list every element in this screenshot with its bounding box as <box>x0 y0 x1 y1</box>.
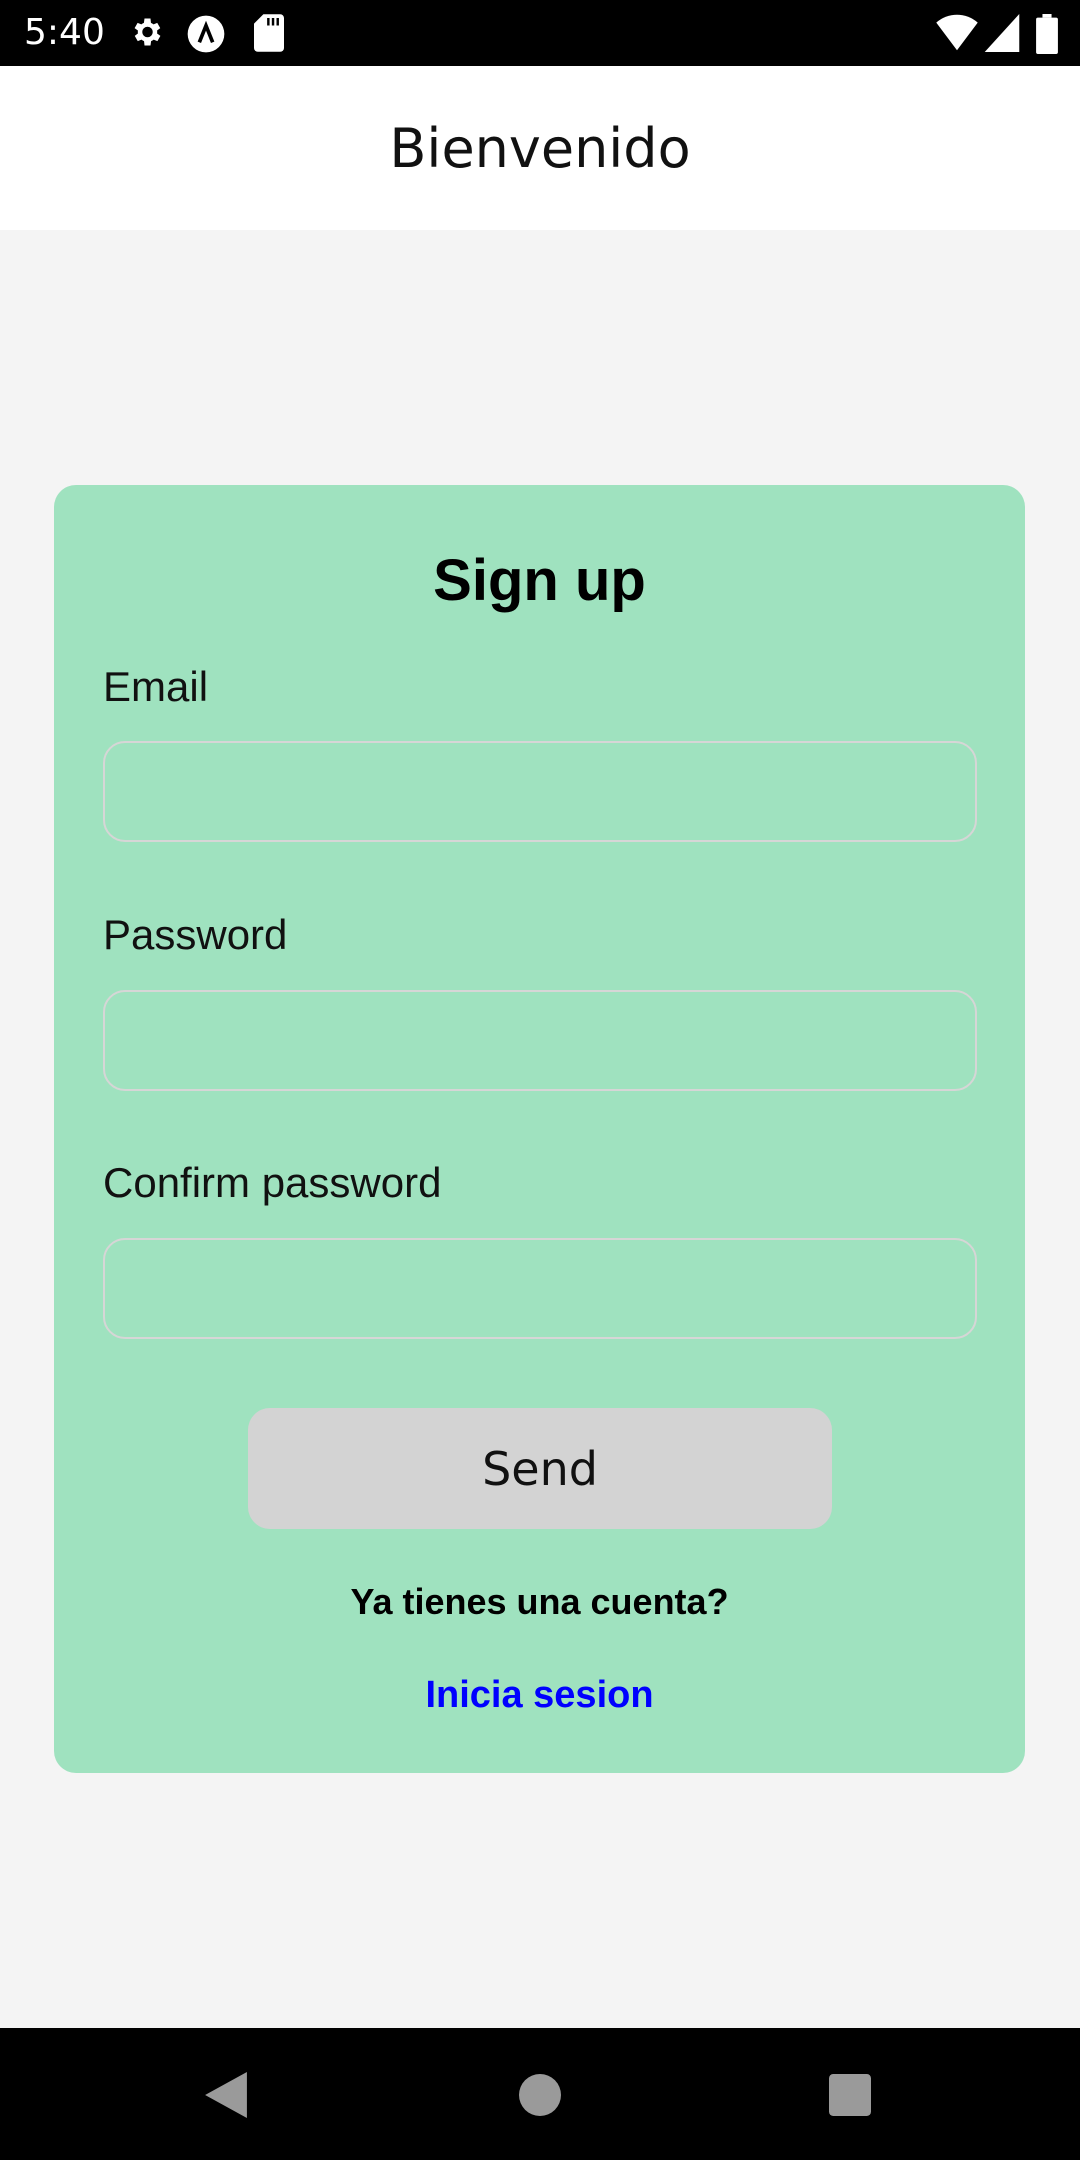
battery-icon <box>1036 14 1058 54</box>
sd-card-icon <box>254 14 284 52</box>
confirm-password-label: Confirm password <box>103 1159 442 1206</box>
password-label: Password <box>103 911 288 958</box>
password-field[interactable] <box>103 990 977 1091</box>
wifi-icon <box>936 14 978 51</box>
header-title: Bienvenido <box>389 116 691 180</box>
signal-icon <box>984 14 1020 52</box>
signup-card: Sign up Email Password Confirm password … <box>54 485 1025 1773</box>
app-notification-icon <box>187 15 225 53</box>
gear-icon <box>134 18 161 46</box>
confirm-password-field[interactable] <box>103 1238 977 1339</box>
send-button-label: Send <box>482 1441 598 1496</box>
form-title: Sign up <box>433 548 646 613</box>
status-time: 5:40 <box>24 12 105 53</box>
login-link[interactable]: Inicia sesion <box>54 1674 1025 1717</box>
app-header: Bienvenido <box>0 66 1080 230</box>
have-account-text: Ya tienes una cuenta? <box>350 1581 729 1622</box>
back-icon[interactable] <box>204 2072 248 2118</box>
send-button[interactable]: Send <box>248 1408 832 1529</box>
home-icon[interactable] <box>519 2074 561 2116</box>
status-bar: 5:40 <box>0 0 1080 66</box>
navigation-bar <box>0 2028 1080 2160</box>
recents-icon[interactable] <box>829 2074 871 2116</box>
email-label: Email <box>103 663 209 710</box>
email-field[interactable] <box>103 741 977 842</box>
